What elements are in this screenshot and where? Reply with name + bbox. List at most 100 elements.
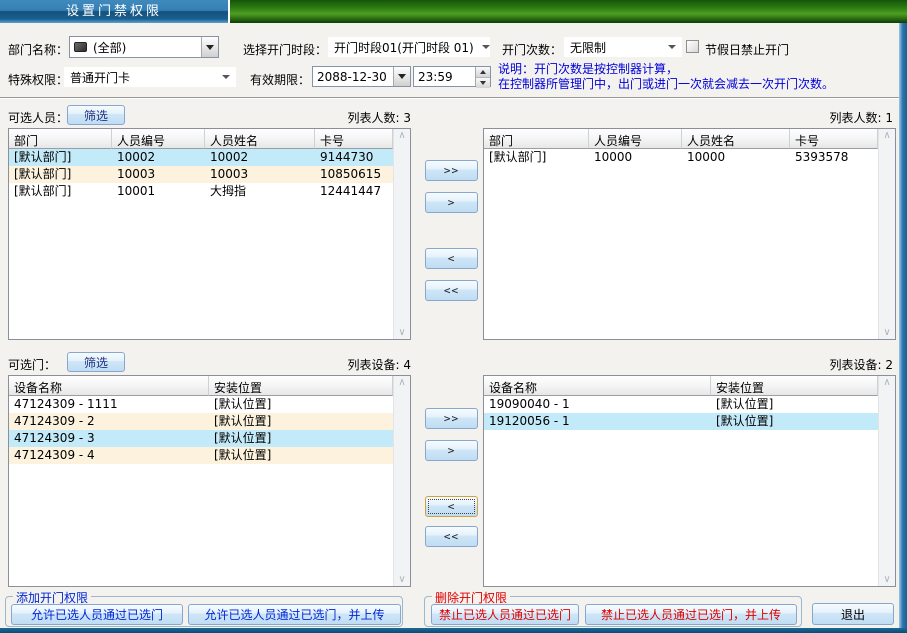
title-bar: 设置门禁权限 — [0, 0, 907, 23]
column-header[interactable]: 人员姓名 — [682, 129, 790, 149]
department-select[interactable]: (全部) — [69, 36, 219, 58]
persons-filter-button[interactable]: 筛选 — [67, 105, 125, 125]
dialog-title-tab[interactable]: 设置门禁权限 — [0, 0, 228, 23]
open-period-select[interactable]: 开门时段01(开门时段 01) — [328, 37, 490, 57]
title-bar-green-band — [230, 0, 907, 23]
department-icon — [74, 42, 87, 52]
column-header[interactable]: 人员姓名 — [205, 129, 315, 149]
column-header[interactable]: 人员编号 — [589, 129, 682, 149]
time-spin-down-button[interactable] — [476, 78, 490, 88]
column-header[interactable]: 设备名称 — [484, 376, 711, 396]
time-spin-up-button[interactable] — [476, 67, 490, 78]
persons-move-right-button[interactable]: > — [425, 192, 478, 213]
table-row[interactable]: 19090040 - 1[默认位置] — [484, 396, 878, 413]
table-cell: [默认位置] — [209, 396, 393, 413]
persons-move-all-left-button[interactable]: << — [425, 280, 478, 301]
form-separator — [0, 97, 899, 99]
scroll-up-icon[interactable]: ∧ — [883, 130, 890, 141]
table-row[interactable]: [默认部门]100031000310850615 — [9, 166, 393, 183]
special-permission-label: 特殊权限： — [8, 71, 68, 88]
table-cell: [默认部门] — [9, 166, 112, 183]
scroll-down-icon[interactable]: ∨ — [398, 327, 405, 338]
persons-move-left-button[interactable]: < — [425, 248, 478, 269]
scrollbar[interactable]: ∧∨ — [393, 376, 410, 586]
scroll-down-icon[interactable]: ∨ — [883, 574, 890, 585]
table-row[interactable]: 47124309 - 2[默认位置] — [9, 413, 393, 430]
scroll-up-icon[interactable]: ∧ — [398, 130, 405, 141]
table-cell: [默认位置] — [711, 413, 878, 430]
department-dropdown-button[interactable] — [201, 37, 218, 57]
exit-button[interactable]: 退出 — [812, 603, 894, 625]
column-header[interactable]: 安装位置 — [711, 376, 878, 396]
table-row[interactable]: 19120056 - 1[默认位置] — [484, 413, 878, 430]
scroll-up-icon[interactable]: ∧ — [398, 377, 405, 388]
table-cell: 47124309 - 1111 — [9, 396, 209, 413]
deny-selected-upload-button[interactable]: 禁止已选人员通过已选门，并上传 — [585, 604, 797, 625]
chevron-down-icon — [480, 81, 486, 88]
open-count-select[interactable]: 无限制 — [564, 37, 682, 57]
scroll-up-icon[interactable]: ∧ — [883, 377, 890, 388]
open-count-note: 说明：开门次数是按控制器计算， 在控制器所管理门中，出门或进门一次就会减去一次开… — [498, 62, 834, 92]
persons-move-all-right-button[interactable]: >> — [425, 160, 478, 181]
column-header[interactable]: 部门 — [9, 129, 112, 149]
remove-permission-group: 删除开门权限 禁止已选人员通过已选门 禁止已选人员通过已选门，并上传 — [424, 596, 802, 627]
allow-selected-upload-button[interactable]: 允许已选人员通过已选门，并上传 — [188, 604, 401, 625]
table-cell: 47124309 - 3 — [9, 430, 209, 447]
persons-available-table: 部门人员编号人员姓名卡号[默认部门]10002100029144730[默认部门… — [8, 128, 411, 340]
table-row[interactable]: 47124309 - 3[默认位置] — [9, 430, 393, 447]
table-cell: [默认位置] — [209, 447, 393, 464]
column-header[interactable]: 卡号 — [315, 129, 393, 149]
time-spin-controls — [475, 67, 490, 86]
open-period-value: 开门时段01(开门时段 01) — [334, 39, 474, 56]
validity-time-value: 23:59 — [414, 70, 475, 84]
scroll-down-icon[interactable]: ∨ — [398, 574, 405, 585]
special-permission-select[interactable]: 普通开门卡 — [64, 67, 236, 87]
table-row[interactable]: 47124309 - 1111[默认位置] — [9, 396, 393, 413]
doors-filter-button[interactable]: 筛选 — [67, 352, 125, 372]
allow-selected-button[interactable]: 允许已选人员通过已选门 — [11, 604, 183, 625]
validity-date-picker[interactable]: 2088-12-30 — [312, 66, 411, 87]
doors-move-right-button[interactable]: > — [425, 440, 478, 461]
doors-available-label: 可选门： — [8, 356, 56, 373]
table-cell: [默认位置] — [209, 413, 393, 430]
scrollbar[interactable]: ∧∨ — [878, 129, 895, 339]
window-bottom-border — [0, 628, 907, 633]
scrollbar[interactable]: ∧∨ — [393, 129, 410, 339]
table-cell: 12441447 — [315, 183, 393, 200]
doors-move-all-left-button[interactable]: << — [425, 526, 478, 547]
holiday-forbid-checkbox[interactable] — [686, 40, 699, 53]
doors-move-left-button[interactable]: < — [425, 496, 478, 517]
chevron-down-icon — [668, 45, 676, 53]
add-permission-group: 添加开门权限 允许已选人员通过已选门 允许已选人员通过已选门，并上传 — [5, 596, 403, 627]
column-header[interactable]: 人员编号 — [112, 129, 205, 149]
column-header[interactable]: 设备名称 — [9, 376, 209, 396]
table-row[interactable]: [默认部门]10000100005393578 — [484, 149, 878, 166]
chevron-down-icon — [398, 74, 406, 83]
note-line-2: 在控制器所管理门中，出门或进门一次就会减去一次开门次数。 — [498, 77, 834, 92]
table-cell: 10002 — [205, 149, 315, 166]
chevron-down-icon — [206, 45, 214, 54]
table-row[interactable]: [默认部门]10002100029144730 — [9, 149, 393, 166]
scrollbar[interactable]: ∧∨ — [878, 376, 895, 586]
column-header[interactable]: 部门 — [484, 129, 589, 149]
deny-selected-button[interactable]: 禁止已选人员通过已选门 — [431, 604, 579, 625]
table-row[interactable]: 47124309 - 4[默认位置] — [9, 447, 393, 464]
open-period-label: 选择开门时段： — [243, 41, 327, 58]
doors-selected-count: 列表设备: 2 — [696, 356, 893, 373]
validity-time-spinner[interactable]: 23:59 — [413, 66, 491, 87]
table-cell: 10850615 — [315, 166, 393, 183]
table-cell: 10001 — [112, 183, 205, 200]
column-header[interactable]: 安装位置 — [209, 376, 393, 396]
doors-move-all-right-button[interactable]: >> — [425, 408, 478, 429]
special-permission-value: 普通开门卡 — [70, 69, 214, 86]
department-value: (全部) — [90, 39, 201, 56]
scroll-down-icon[interactable]: ∨ — [883, 327, 890, 338]
persons-available-count: 列表人数: 3 — [211, 109, 411, 126]
table-cell: [默认部门] — [484, 149, 589, 166]
table-cell: 47124309 - 4 — [9, 447, 209, 464]
date-dropdown-button[interactable] — [393, 67, 410, 86]
open-count-label: 开门次数： — [502, 41, 562, 58]
table-row[interactable]: [默认部门]10001大拇指12441447 — [9, 183, 393, 200]
chevron-down-icon — [222, 75, 230, 83]
column-header[interactable]: 卡号 — [790, 129, 878, 149]
